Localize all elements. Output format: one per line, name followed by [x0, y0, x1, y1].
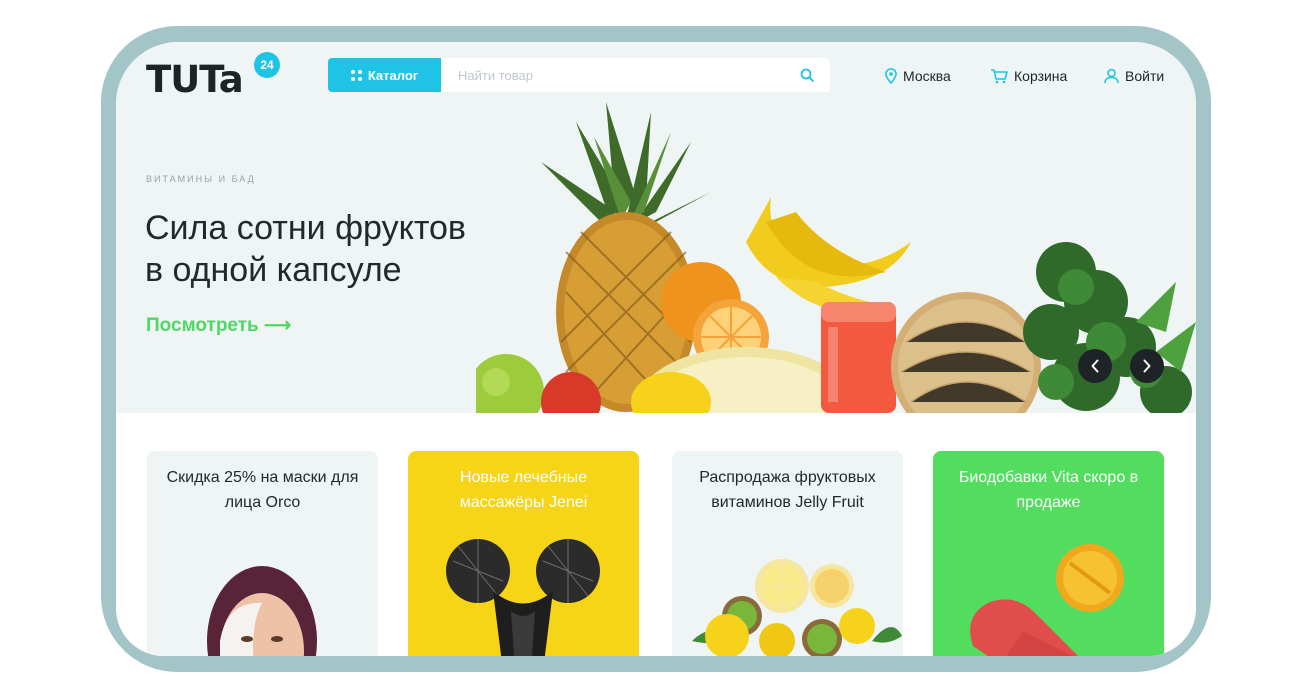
card-title: Распродажа фруктовых витаминов Jelly Fru… [699, 469, 876, 511]
card-title: Скидка 25% на маски для лица Orco [166, 469, 359, 511]
city-label: Москва [903, 68, 951, 84]
citrus-fruits-image [692, 559, 902, 656]
cart-label: Корзина [1014, 68, 1068, 84]
search-bar [441, 58, 830, 92]
logo-text: TUTa [146, 58, 244, 101]
promo-card-massagers[interactable]: Новые лечебные массажёры Jenei [408, 451, 639, 656]
hero-view-link[interactable]: Посмотреть ⟶ [146, 314, 291, 337]
promo-card-masks[interactable]: Скидка 25% на маски для лица Orco [147, 451, 378, 656]
logo-badge: 24 [254, 52, 280, 78]
hero-title: Сила сотни фруктов в одной капсуле [145, 207, 545, 291]
login-link[interactable]: Войти [1104, 66, 1164, 86]
card-title: Биодобавки Vita скоро в продаже [958, 469, 1139, 511]
slider-next-button[interactable] [1130, 349, 1164, 383]
hero-title-line: Сила сотни фруктов [145, 209, 466, 247]
promo-card-supplements[interactable]: Биодобавки Vita скоро в продаже [933, 451, 1164, 656]
cart-link[interactable]: Корзина [990, 66, 1067, 86]
hero-banner: TUTa 24 Каталог Москва [116, 42, 1196, 413]
chevron-left-icon [1091, 359, 1099, 373]
card-title: Новые лечебные массажёры Jenei [459, 469, 588, 511]
promo-cards: Скидка 25% на маски для лица Orco Новые … [116, 413, 1196, 656]
city-selector[interactable]: Москва [885, 66, 951, 86]
grid-icon [350, 69, 362, 81]
promo-card-vitamins[interactable]: Распродажа фруктовых витаминов Jelly Fru… [672, 451, 903, 656]
pill-capsule-image [970, 544, 1124, 656]
face-mask-image [207, 566, 317, 656]
hero-category: ВИТАМИНЫ И БАД [146, 174, 256, 184]
login-label: Войти [1125, 68, 1165, 84]
screen: TUTa 24 Каталог Москва [116, 42, 1196, 656]
logo[interactable]: TUTa 24 [146, 52, 281, 101]
catalog-label: Каталог [367, 67, 419, 83]
catalog-button[interactable]: Каталог [328, 58, 441, 92]
slider-prev-button[interactable] [1078, 349, 1112, 383]
location-pin-icon [885, 68, 897, 84]
search-input[interactable] [441, 58, 778, 92]
chevron-right-icon [1143, 359, 1151, 373]
search-icon[interactable] [800, 68, 814, 82]
user-icon [1104, 68, 1119, 84]
massager-image [446, 539, 600, 656]
cart-icon [991, 69, 1008, 84]
hero-title-line: в одной капсуле [145, 251, 402, 289]
